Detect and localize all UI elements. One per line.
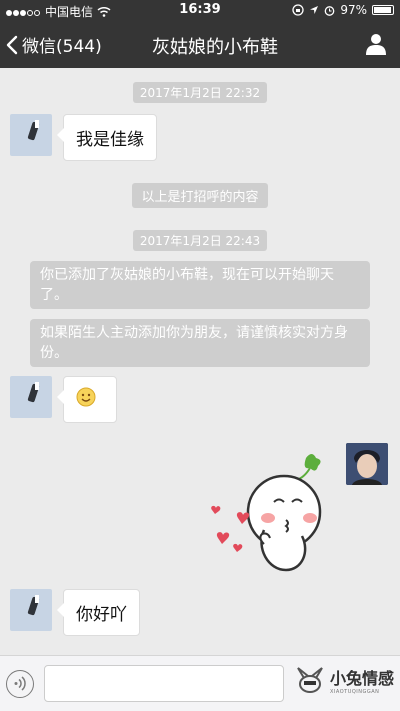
watermark-logo: 小兔情感 XIAOTUQINGGAN bbox=[294, 664, 394, 696]
person-icon bbox=[366, 34, 386, 55]
status-bar: 中国电信 16:39 97% bbox=[0, 0, 400, 22]
smile-emoji bbox=[76, 387, 96, 407]
contact-avatar[interactable] bbox=[10, 376, 52, 418]
rabbit-logo-icon bbox=[297, 667, 323, 693]
voice-icon bbox=[14, 676, 26, 691]
location-arrow-icon bbox=[310, 6, 319, 14]
blowing-kiss-sticker bbox=[211, 454, 322, 572]
message-bubble[interactable]: 你好吖 bbox=[57, 589, 140, 636]
system-message: 你已添加了灰姑娘的小布鞋，现在可以开始聊天了。 bbox=[30, 261, 370, 309]
watermark-title: 小兔情感 bbox=[329, 669, 394, 688]
my-avatar[interactable] bbox=[346, 443, 388, 485]
chat-area[interactable]: 2017年1月2日 22:32 我是佳缘 以上是打招呼的内容 2017年1月2日… bbox=[0, 68, 400, 655]
voice-button[interactable] bbox=[6, 670, 34, 698]
nav-bar: 微信(544) 灰姑娘的小布鞋 bbox=[0, 22, 400, 68]
greeting-note: 以上是打招呼的内容 bbox=[0, 183, 400, 208]
system-message: 如果陌生人主动添加你为朋友，请谨慎核实对方身份。 bbox=[30, 319, 370, 367]
timestamp: 2017年1月2日 22:32 bbox=[0, 82, 400, 103]
profile-button[interactable] bbox=[366, 33, 386, 59]
alarm-icon bbox=[324, 5, 335, 16]
chat-title: 灰姑娘的小布鞋 bbox=[0, 33, 400, 59]
message-bubble[interactable]: 我是佳缘 bbox=[57, 114, 157, 161]
input-toolbar: 小兔情感 XIAOTUQINGGAN bbox=[0, 655, 400, 711]
chat-title-text: 灰姑娘的小布鞋 bbox=[152, 37, 278, 58]
contact-avatar[interactable] bbox=[10, 589, 52, 631]
contact-avatar[interactable] bbox=[10, 114, 52, 156]
emoji-bubble[interactable] bbox=[57, 376, 117, 423]
message-input[interactable] bbox=[44, 665, 284, 702]
rotation-lock-icon bbox=[292, 4, 304, 16]
timestamp: 2017年1月2日 22:43 bbox=[0, 230, 400, 251]
battery-percent: 97% bbox=[340, 3, 367, 17]
my-avatar-photo bbox=[346, 443, 388, 485]
battery-icon bbox=[372, 5, 394, 15]
watermark-subtitle: XIAOTUQINGGAN bbox=[329, 689, 380, 695]
